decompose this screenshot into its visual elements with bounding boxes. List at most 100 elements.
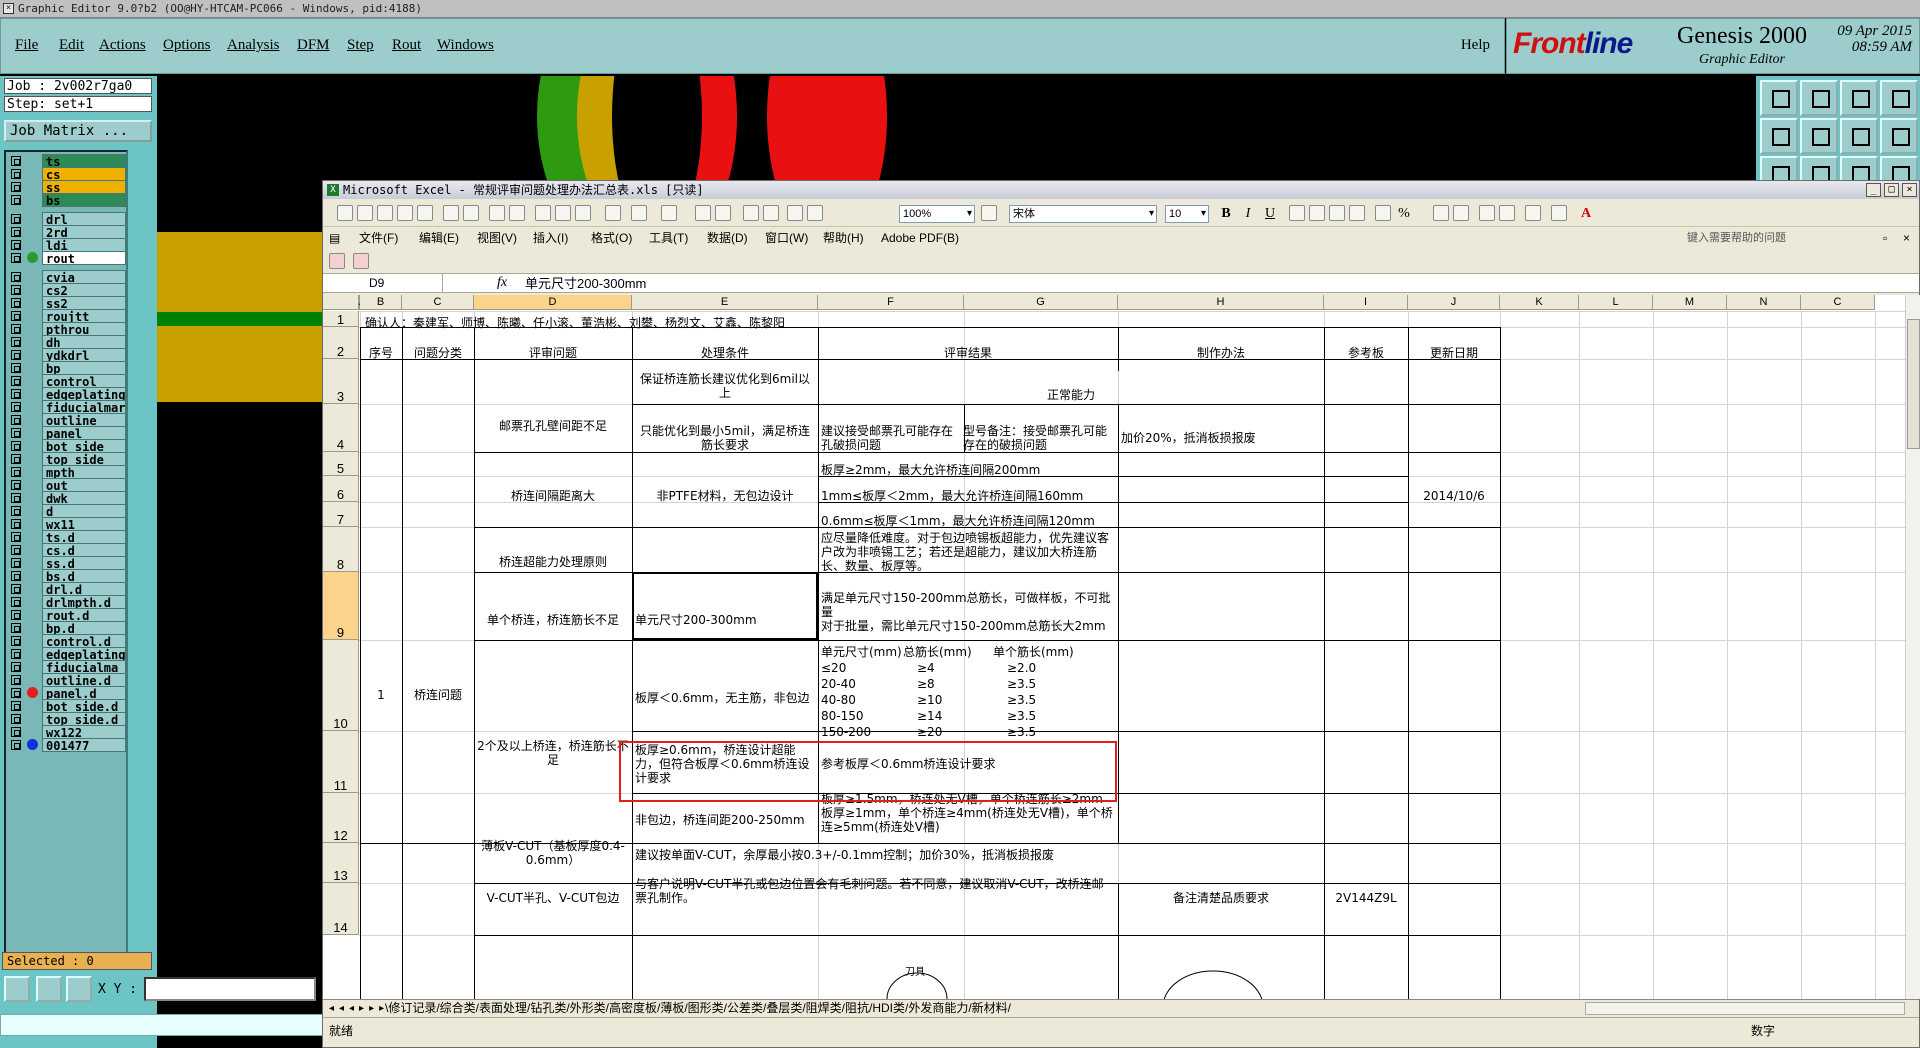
cell-cond-non-ptfe[interactable]: 非PTFE材料，无包边设计 [632, 489, 818, 503]
tool-icon-2[interactable] [1800, 80, 1838, 116]
font-name-select[interactable]: 宋体 [1009, 205, 1157, 223]
layer-name[interactable]: panel [42, 426, 126, 440]
job-matrix-button[interactable]: Job Matrix ... [4, 120, 152, 142]
column-header-N[interactable]: N [1727, 295, 1801, 310]
formula-input[interactable]: 单元尺寸200-300mm [525, 274, 646, 293]
layer-name[interactable]: bot_side.d [42, 699, 126, 713]
layer-name[interactable]: ss.d [42, 556, 126, 570]
layer-checkbox[interactable] [11, 195, 21, 205]
layer-checkbox[interactable] [11, 182, 21, 192]
layer-checkbox[interactable] [11, 227, 21, 237]
layer-row-pthrou[interactable]: pthrou [8, 322, 126, 336]
layer-checkbox[interactable] [11, 415, 21, 425]
percent-icon[interactable]: % [1395, 205, 1413, 223]
decrease-indent-icon[interactable] [1479, 205, 1495, 221]
increase-decimal-icon[interactable] [1433, 205, 1449, 221]
layer-checkbox[interactable] [11, 636, 21, 646]
tool-icon-8[interactable] [1880, 118, 1918, 154]
tool-icon-3[interactable] [1840, 80, 1878, 116]
layer-name[interactable]: ts.d [42, 530, 126, 544]
paste-icon[interactable] [575, 205, 591, 221]
layer-name[interactable]: bp [42, 361, 126, 375]
column-header-F[interactable]: F [818, 295, 964, 310]
layer-row-ydkdrl[interactable]: ydkdrl [8, 348, 126, 362]
column-header-J[interactable]: J [1408, 295, 1500, 310]
borders-icon[interactable] [1525, 205, 1541, 221]
layer-checkbox[interactable] [11, 649, 21, 659]
format-painter-icon[interactable] [605, 205, 621, 221]
excel-menu-icon[interactable]: ▤ [329, 227, 340, 249]
layer-row-ss2[interactable]: ss2 [8, 296, 126, 310]
autosum-icon[interactable] [715, 205, 731, 221]
row-header-6[interactable]: 6 [323, 476, 359, 502]
row-header-14[interactable]: 14 [323, 883, 359, 935]
layer-name[interactable]: edgeplating [42, 647, 126, 661]
help-question-input[interactable]: 键入需要帮助的问题 [1687, 230, 1867, 246]
layer-checkbox[interactable] [11, 714, 21, 724]
vertical-scroll-thumb[interactable] [1907, 319, 1920, 449]
layer-name[interactable]: pthrou [42, 322, 126, 336]
pdf-convert-icon[interactable] [329, 253, 345, 269]
header-method[interactable]: 制作办法 [1118, 346, 1324, 360]
layer-name[interactable]: drl.d [42, 582, 126, 596]
menu-file-cn[interactable]: 文件(F) [359, 227, 398, 249]
layer-row-ldi[interactable]: ldi [8, 238, 126, 252]
layer-name[interactable]: d [42, 504, 126, 518]
column-header-C[interactable]: C [1801, 295, 1875, 310]
grid-icon[interactable] [66, 976, 92, 1002]
layer-name[interactable]: rout [42, 251, 126, 265]
header-issue[interactable]: 评审问题 [474, 346, 632, 360]
layer-name[interactable]: dwk [42, 491, 126, 505]
layer-name[interactable]: roujtt [42, 309, 126, 323]
layer-checkbox[interactable] [11, 311, 21, 321]
header-result[interactable]: 评审结果 [818, 346, 1118, 360]
layer-name[interactable]: dh [42, 335, 126, 349]
research-icon[interactable] [509, 205, 525, 221]
layer-checkbox[interactable] [11, 597, 21, 607]
layer-checkbox[interactable] [11, 214, 21, 224]
cell-issue-multi-bridge[interactable]: 2个及以上桥连，桥连筋长不足 [477, 739, 629, 767]
layer-row-bot-side-d[interactable]: bot_side.d [8, 699, 126, 713]
layer-name[interactable]: bp.d [42, 621, 126, 635]
header-reference[interactable]: 参考板 [1324, 346, 1408, 360]
layer-row-bot-side[interactable]: bot_side [8, 439, 126, 453]
layer-row-mpth[interactable]: mpth [8, 465, 126, 479]
layer-row-dh[interactable]: dh [8, 335, 126, 349]
layer-checkbox[interactable] [11, 506, 21, 516]
spelling-icon[interactable] [489, 205, 505, 221]
layer-row-outline-d[interactable]: outline.d [8, 673, 126, 687]
close-icon[interactable]: × [1902, 183, 1917, 197]
vertical-scrollbar[interactable] [1905, 295, 1920, 999]
help-icon[interactable] [981, 205, 997, 221]
layer-row-wx11[interactable]: wx11 [8, 517, 126, 531]
layer-row-dwk[interactable]: dwk [8, 491, 126, 505]
layer-name[interactable]: ts [42, 154, 126, 168]
menu-windows[interactable]: Windows [437, 37, 494, 54]
open-icon[interactable] [357, 205, 373, 221]
snap-icon[interactable] [4, 976, 30, 1002]
layer-name[interactable]: drlmpth.d [42, 595, 126, 609]
layer-row-2rd[interactable]: 2rd [8, 225, 126, 239]
cell-method-row14[interactable]: 备注清楚品质要求 [1118, 891, 1324, 905]
layer-name[interactable]: wx122 [42, 725, 126, 739]
column-header-B[interactable]: B [360, 295, 402, 310]
layer-row-cvia[interactable]: cvia [8, 270, 126, 284]
layer-checkbox[interactable] [11, 701, 21, 711]
menu-help-cn[interactable]: 帮助(H) [823, 227, 864, 249]
copy-icon[interactable] [555, 205, 571, 221]
cell-cond-row12[interactable]: 非包边，桥连间距200-250mm [635, 813, 805, 827]
layer-checkbox[interactable] [11, 402, 21, 412]
menu-dfm[interactable]: DFM [297, 37, 330, 54]
tool-icon-4[interactable] [1880, 80, 1918, 116]
zoom-select[interactable]: 100% [899, 205, 975, 223]
undo-icon[interactable] [631, 205, 647, 221]
cell-issue-vcut-halfhole[interactable]: V-CUT半孔、V-CUT包边 [474, 891, 632, 905]
cell-issue-thin-vcut[interactable]: 薄板V-CUT（基板厚度0.4-0.6mm） [477, 839, 629, 867]
align-center-icon[interactable] [1309, 205, 1325, 221]
increase-indent-icon[interactable] [1499, 205, 1515, 221]
header-seq[interactable]: 序号 [360, 346, 402, 360]
layer-checkbox[interactable] [11, 623, 21, 633]
row-header-3[interactable]: 3 [323, 359, 359, 404]
layer-row-rout-d[interactable]: rout.d [8, 608, 126, 622]
menu-help[interactable]: Help [1461, 37, 1490, 54]
